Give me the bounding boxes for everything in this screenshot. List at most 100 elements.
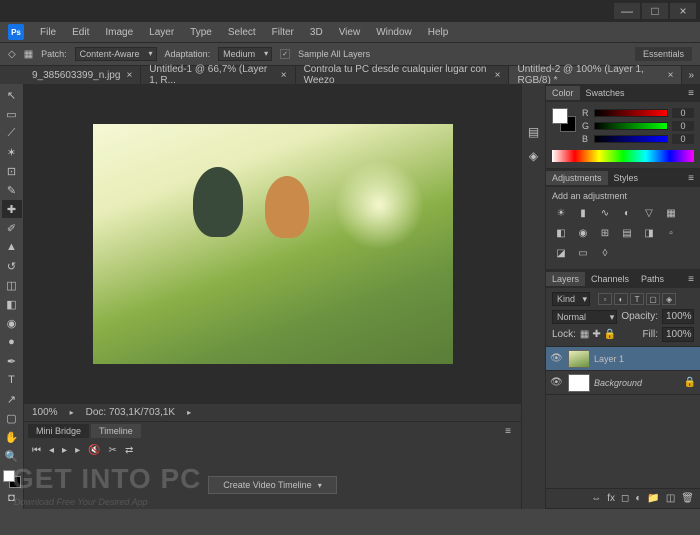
crop-tool[interactable]: ⊡ — [2, 162, 22, 180]
color-picker[interactable] — [3, 470, 21, 488]
sample-checkbox[interactable]: ✓ — [280, 49, 290, 59]
link-icon[interactable]: ⇔ — [591, 493, 601, 504]
properties-icon[interactable]: ◈ — [526, 148, 542, 164]
group-icon[interactable]: 📁 — [647, 493, 659, 504]
r-slider[interactable] — [594, 109, 668, 117]
menu-view[interactable]: View — [333, 25, 367, 40]
menu-3d[interactable]: 3D — [304, 25, 329, 40]
levels-icon[interactable]: ▮ — [574, 205, 592, 221]
blur-tool[interactable]: ◉ — [2, 314, 22, 332]
transition-icon[interactable]: ⇄ — [125, 445, 133, 456]
doc-tab-3[interactable]: Untitled-2 @ 100% (Layer 1, RGB/8) *× — [509, 66, 682, 84]
layer-thumbnail[interactable] — [568, 350, 590, 368]
layer-name[interactable]: Background — [594, 378, 642, 388]
menu-filter[interactable]: Filter — [266, 25, 300, 40]
tab-adjustments[interactable]: Adjustments — [546, 171, 608, 185]
hue-icon[interactable]: ▦ — [662, 205, 680, 221]
lock-pixels-icon[interactable]: ▦ — [580, 329, 589, 340]
fill-value[interactable]: 100% — [662, 327, 694, 342]
r-value[interactable]: 0 — [672, 108, 694, 118]
grid-icon[interactable]: ▦ — [24, 49, 33, 60]
doc-tab-1[interactable]: Untitled-1 @ 66,7% (Layer 1, R...× — [141, 66, 295, 84]
color-swatch[interactable] — [552, 108, 576, 132]
menu-window[interactable]: Window — [370, 25, 418, 40]
pen-tool[interactable]: ✒ — [2, 352, 22, 370]
menu-layer[interactable]: Layer — [143, 25, 180, 40]
photo-filter-icon[interactable]: ◉ — [574, 225, 592, 241]
layer-item[interactable]: 👁 Background 🔒 — [546, 371, 700, 395]
delete-icon[interactable]: 🗑 — [681, 493, 694, 504]
gradient-tool[interactable]: ◧ — [2, 295, 22, 313]
tab-layers[interactable]: Layers — [546, 272, 585, 286]
tab-mini-bridge[interactable]: Mini Bridge — [28, 424, 89, 438]
visibility-icon[interactable]: 👁 — [550, 377, 564, 388]
layer-name[interactable]: Layer 1 — [594, 354, 624, 364]
tab-paths[interactable]: Paths — [635, 272, 670, 286]
workspace-switcher[interactable]: Essentials — [635, 47, 692, 61]
lasso-tool[interactable]: ⟋ — [2, 124, 22, 142]
tab-color[interactable]: Color — [546, 86, 580, 100]
marquee-tool[interactable]: ▭ — [2, 105, 22, 123]
zoom-level[interactable]: 100% — [32, 407, 58, 418]
canvas-viewport[interactable] — [24, 84, 521, 403]
next-frame-icon[interactable]: ▸ — [75, 445, 80, 456]
fill-adj-icon[interactable]: ◐ — [635, 493, 641, 504]
filter-pixel-icon[interactable]: ▫ — [598, 293, 612, 305]
quickmask-tool[interactable]: ◘ — [2, 489, 22, 507]
tab-timeline[interactable]: Timeline — [91, 424, 141, 438]
close-icon[interactable]: × — [668, 70, 674, 81]
zoom-arrow-icon[interactable]: ▸ — [70, 408, 74, 417]
dodge-tool[interactable]: ● — [2, 333, 22, 351]
zoom-tool[interactable]: 🔍 — [2, 447, 22, 465]
healing-tool[interactable]: ✚ — [2, 200, 22, 218]
filter-shape-icon[interactable]: ▢ — [646, 293, 660, 305]
tab-styles[interactable]: Styles — [608, 171, 645, 185]
wand-tool[interactable]: ✶ — [2, 143, 22, 161]
mask-icon[interactable]: ◻ — [621, 493, 629, 504]
shape-tool[interactable]: ▢ — [2, 409, 22, 427]
threshold-icon[interactable]: ◪ — [552, 245, 570, 261]
curves-icon[interactable]: ∿ — [596, 205, 614, 221]
gradient-map-icon[interactable]: ▭ — [574, 245, 592, 261]
fx-icon[interactable]: fx — [607, 493, 615, 504]
menu-image[interactable]: Image — [99, 25, 139, 40]
menu-file[interactable]: File — [34, 25, 62, 40]
split-icon[interactable]: ✂ — [109, 445, 117, 456]
lock-position-icon[interactable]: ✚ — [592, 329, 600, 340]
selective-icon[interactable]: ◊ — [596, 245, 614, 261]
doc-tab-2[interactable]: Controla tu PC desde cualquier lugar con… — [296, 66, 510, 84]
minimize-button[interactable]: — — [614, 3, 640, 19]
panel-menu-icon[interactable]: ≡ — [682, 274, 700, 285]
layer-thumbnail[interactable] — [568, 374, 590, 392]
opacity-value[interactable]: 100% — [662, 309, 694, 324]
prev-frame-icon[interactable]: ◂ — [49, 445, 54, 456]
history-icon[interactable]: ▤ — [526, 124, 542, 140]
exposure-icon[interactable]: ◐ — [618, 205, 636, 221]
patch-dropdown[interactable]: Content-Aware — [75, 47, 157, 61]
color-spectrum[interactable] — [552, 150, 694, 162]
play-icon[interactable]: ▸ — [62, 445, 67, 456]
mixer-icon[interactable]: ⊞ — [596, 225, 614, 241]
g-slider[interactable] — [594, 122, 668, 130]
visibility-icon[interactable]: 👁 — [550, 353, 564, 364]
stamp-tool[interactable]: ▲ — [2, 238, 22, 256]
adaptation-dropdown[interactable]: Medium — [218, 47, 272, 61]
brightness-icon[interactable]: ☀ — [552, 205, 570, 221]
move-tool[interactable]: ↖ — [2, 86, 22, 104]
menu-type[interactable]: Type — [184, 25, 218, 40]
audio-icon[interactable]: 🔇 — [88, 445, 100, 456]
history-brush-tool[interactable]: ↺ — [2, 257, 22, 275]
brush-tool[interactable]: ✐ — [2, 219, 22, 237]
posterize-icon[interactable]: ▫ — [662, 225, 680, 241]
close-icon[interactable]: × — [495, 70, 501, 81]
eyedropper-tool[interactable]: ✎ — [2, 181, 22, 199]
close-icon[interactable]: × — [281, 70, 287, 81]
tab-channels[interactable]: Channels — [585, 272, 635, 286]
eraser-tool[interactable]: ◫ — [2, 276, 22, 294]
kind-filter[interactable]: Kind — [552, 292, 590, 306]
g-value[interactable]: 0 — [672, 121, 694, 131]
lock-all-icon[interactable]: 🔒 — [604, 329, 616, 340]
vibrance-icon[interactable]: ▽ — [640, 205, 658, 221]
tab-overflow-icon[interactable]: » — [682, 70, 700, 81]
doc-tab-0[interactable]: 9_385603399_n.jpg× — [24, 66, 141, 84]
